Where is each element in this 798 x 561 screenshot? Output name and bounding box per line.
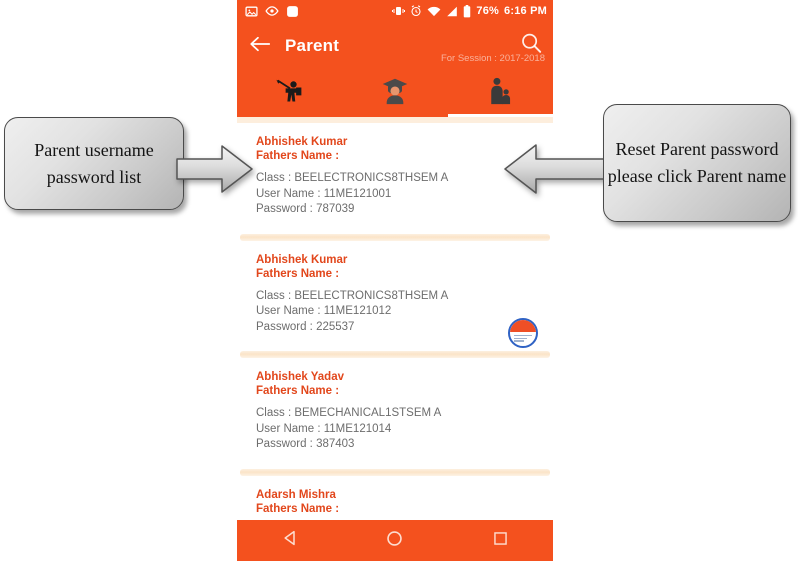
nav-recents-square-icon [493, 531, 508, 551]
class-value: Class : BEELECTRONICS8THSEM A [256, 289, 449, 302]
image-icon [245, 5, 258, 18]
list-divider [240, 233, 550, 241]
parent-name[interactable]: Abhishek Yadav [237, 370, 553, 384]
nav-home-button[interactable] [375, 526, 415, 556]
password-value: Password : 787039 [256, 203, 355, 215]
list-item-details: Class : BEMECHANICAL1STSEM A User Name :… [237, 406, 553, 453]
student-graduate-icon [381, 77, 409, 110]
badge-lines [514, 335, 532, 342]
tab-student[interactable] [342, 70, 447, 117]
callout-right-text: Reset Parent password please click Paren… [607, 139, 787, 186]
list-divider [240, 468, 550, 476]
tab-teacher[interactable] [237, 70, 342, 117]
tab-parent[interactable] [447, 70, 553, 117]
nav-recents-button[interactable] [480, 526, 520, 556]
parent-name[interactable]: Adarsh Mishra [237, 488, 553, 502]
back-button[interactable] [245, 31, 275, 61]
right-pointing-block-arrow-icon [176, 145, 253, 193]
page-title: Parent [285, 36, 340, 55]
search-icon [520, 32, 542, 59]
callout-left-text: Parent username password list [34, 139, 154, 187]
signal-icon [446, 6, 458, 17]
clock-time: 6:16 PM [504, 5, 547, 17]
alarm-icon [410, 5, 422, 17]
status-bar-right-icons: 76% 6:16 PM [392, 4, 547, 18]
fathers-name-label: Fathers Name : [256, 385, 340, 397]
callout-right: Reset Parent password please click Paren… [603, 104, 791, 222]
back-arrow-icon [250, 35, 271, 58]
app-bar: Parent For Session : 2017-2018 [237, 22, 553, 70]
battery-icon [463, 4, 471, 18]
search-button[interactable] [516, 30, 546, 60]
fathers-name-label: Fathers Name : [256, 502, 340, 515]
list-item[interactable]: Abhishek Kumar Fathers Name : Class : BE… [237, 240, 553, 344]
nav-home-circle-icon [386, 530, 403, 552]
battery-percentage: 76% [476, 5, 500, 17]
badge-top-half [510, 320, 536, 332]
android-nav-bar [237, 520, 553, 561]
parent-child-icon [487, 77, 513, 110]
fathers-name-label: Fathers Name : [256, 267, 340, 280]
nav-back-button[interactable] [270, 526, 310, 556]
status-bar: 76% 6:16 PM [237, 0, 553, 22]
vibrate-icon [392, 5, 406, 17]
status-bar-left-icons [245, 5, 299, 18]
list-item[interactable]: Abhishek Yadav Fathers Name : Class : BE… [237, 358, 553, 462]
parent-name[interactable]: Abhishek Kumar [237, 253, 553, 267]
username-value: User Name : 11ME121012 [256, 305, 392, 317]
phone-screen: 76% 6:16 PM Parent For Session : 2017-20… [237, 0, 553, 561]
wifi-icon [427, 6, 441, 17]
teacher-pointer-icon [275, 77, 305, 110]
screenshot-root: 76% 6:16 PM Parent For Session : 2017-20… [0, 0, 798, 561]
password-value: Password : 387403 [256, 438, 355, 450]
tab-indicator [342, 114, 447, 117]
list-item-details: Class : BEELECTRONICS8THSEM A User Name … [237, 289, 553, 336]
eye-icon [265, 6, 279, 16]
left-pointing-block-arrow-icon [504, 144, 611, 194]
tab-indicator [237, 114, 342, 117]
callout-left: Parent username password list [4, 117, 184, 210]
class-value: Class : BEMECHANICAL1STSEM A [256, 407, 442, 419]
tab-bar [237, 70, 553, 117]
username-value: User Name : 11ME121014 [256, 422, 392, 435]
profile-badge-icon[interactable] [508, 318, 538, 348]
rounded-square-icon [286, 5, 299, 18]
tab-indicator [447, 114, 553, 117]
list-divider [240, 351, 550, 358]
nav-back-triangle-icon [282, 530, 298, 551]
